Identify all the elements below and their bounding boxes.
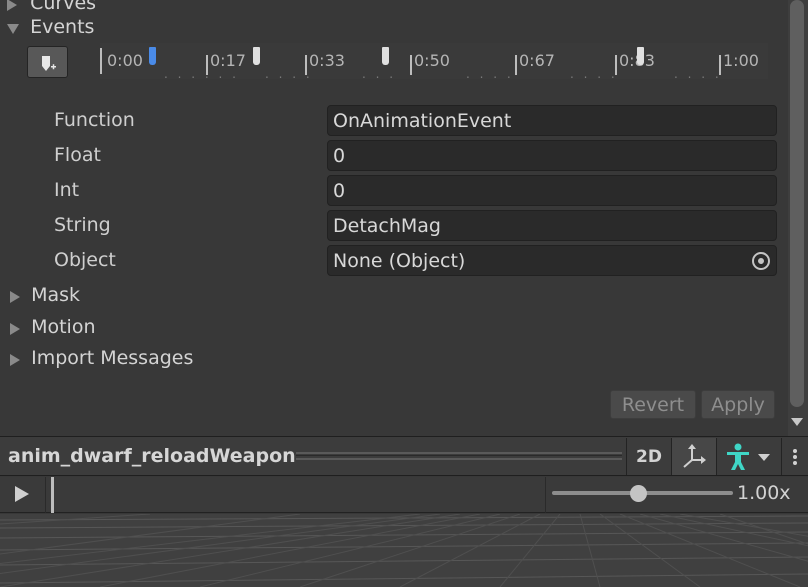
collapse-arrow-icon xyxy=(7,23,19,34)
event-marker[interactable] xyxy=(382,47,389,65)
motion-foldout[interactable]: Motion xyxy=(10,316,96,338)
ground-grid xyxy=(0,514,808,587)
expand-arrow-icon xyxy=(7,0,17,11)
avatar-dropdown[interactable] xyxy=(717,438,781,475)
string-field[interactable]: DetachMag xyxy=(327,210,777,241)
timeline-label: 1:00 xyxy=(723,51,759,70)
kebab-dot-icon xyxy=(793,461,797,465)
events-foldout[interactable]: Events xyxy=(7,16,94,38)
timeline-minor-ticks: . . . . xyxy=(674,67,722,81)
add-event-button[interactable] xyxy=(27,46,68,78)
string-value: DetachMag xyxy=(333,215,441,237)
pivot-icon xyxy=(683,444,706,468)
object-picker-icon[interactable] xyxy=(752,252,770,270)
resize-grip[interactable] xyxy=(296,452,622,460)
object-value: None (Object) xyxy=(333,250,466,272)
timeline-minor-ticks: . . . . xyxy=(570,67,618,81)
timeline-label: 0:67 xyxy=(519,51,555,70)
timeline-label: 0:17 xyxy=(210,51,246,70)
object-label: Object xyxy=(54,249,116,271)
animation-preview-viewport[interactable] xyxy=(0,514,808,587)
timeline-tick xyxy=(515,55,517,75)
scrollbar-thumb[interactable] xyxy=(790,0,804,407)
curves-foldout[interactable]: Curves xyxy=(7,0,96,14)
import-messages-foldout[interactable]: Import Messages xyxy=(10,347,193,369)
expand-arrow-icon xyxy=(10,353,20,366)
pivot-toggle-button[interactable] xyxy=(672,438,716,475)
events-label: Events xyxy=(30,16,95,38)
timeline-tick xyxy=(410,55,412,75)
timeline-label: 0:50 xyxy=(414,51,450,70)
expand-arrow-icon xyxy=(10,322,20,335)
float-label: Float xyxy=(54,144,101,166)
kebab-dot-icon xyxy=(793,455,797,459)
float-field[interactable]: 0 xyxy=(327,140,777,171)
function-value: OnAnimationEvent xyxy=(333,110,512,132)
event-timeline[interactable]: 0:00 . . . . . . 0:17 . . . . 0:33 . . .… xyxy=(100,43,768,81)
timeline-tick xyxy=(100,48,102,74)
revert-button[interactable]: Revert xyxy=(610,390,696,419)
timeline-tick xyxy=(206,55,208,75)
event-marker[interactable] xyxy=(253,47,260,65)
curves-label: Curves xyxy=(30,0,97,14)
scroll-down-arrow-icon[interactable] xyxy=(791,418,803,426)
import-messages-label: Import Messages xyxy=(31,347,194,369)
apply-button[interactable]: Apply xyxy=(701,390,775,419)
kebab-dot-icon xyxy=(793,449,797,453)
timeline-label: 0:33 xyxy=(309,51,345,70)
object-field[interactable]: None (Object) xyxy=(327,245,777,276)
playback-bar xyxy=(0,477,808,513)
avatar-icon xyxy=(727,443,770,470)
timeline-minor-ticks: . . . xyxy=(362,67,397,81)
function-field[interactable]: OnAnimationEvent xyxy=(327,105,777,136)
playhead-scrubber[interactable] xyxy=(51,477,54,513)
more-menu-button[interactable] xyxy=(782,438,808,475)
motion-label: Motion xyxy=(31,316,96,338)
speed-label: 1.00x xyxy=(737,482,791,504)
timeline-label: 0:00 xyxy=(107,51,143,70)
2d-toggle-button[interactable]: 2D xyxy=(627,438,671,475)
string-label: String xyxy=(54,214,111,236)
int-label: Int xyxy=(54,179,80,201)
add-event-icon xyxy=(42,56,56,71)
int-field[interactable]: 0 xyxy=(327,175,777,206)
float-value: 0 xyxy=(333,145,346,167)
mask-label: Mask xyxy=(31,284,81,306)
timeline-tick xyxy=(305,55,307,75)
timeline-minor-ticks: . . . . xyxy=(466,67,514,81)
mask-foldout[interactable]: Mask xyxy=(10,284,80,306)
event-marker[interactable] xyxy=(637,47,644,65)
timeline-tick xyxy=(719,55,721,75)
play-icon[interactable] xyxy=(15,486,29,502)
speed-slider-knob[interactable] xyxy=(630,485,647,502)
expand-arrow-icon xyxy=(10,290,20,303)
function-label: Function xyxy=(54,109,135,131)
event-marker-selected[interactable] xyxy=(149,47,156,65)
playback-divider xyxy=(45,477,46,513)
playback-divider xyxy=(545,477,546,513)
preview-title: anim_dwarf_reloadWeapon xyxy=(8,445,296,467)
int-value: 0 xyxy=(333,180,346,202)
timeline-tick xyxy=(615,55,617,75)
